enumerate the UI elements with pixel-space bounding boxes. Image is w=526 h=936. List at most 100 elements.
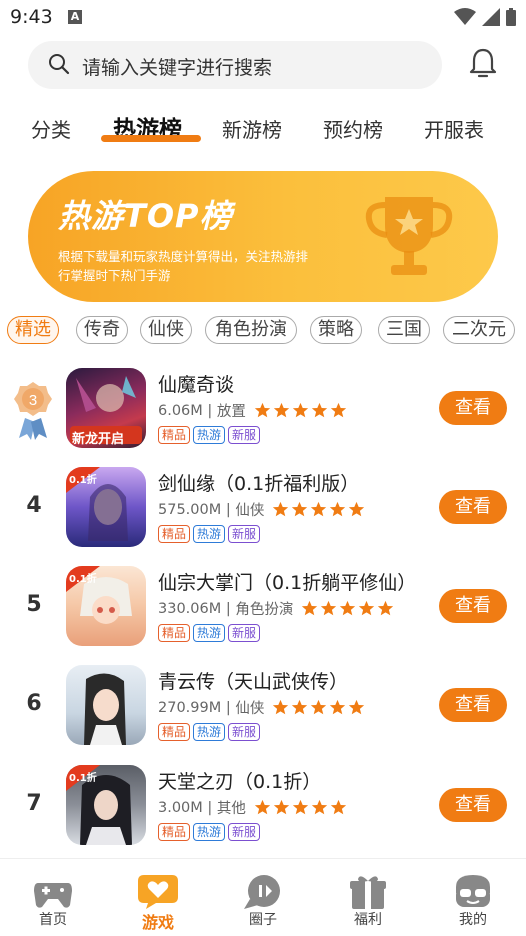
tag-new-server: 新服: [228, 426, 261, 444]
game-icon[interactable]: 0.1折: [66, 467, 146, 547]
game-icon[interactable]: 0.1折: [66, 566, 146, 646]
tag-premium: 精品: [158, 525, 191, 543]
game-tags: 精品 热游 新服: [158, 624, 261, 642]
chip-featured[interactable]: 精选: [7, 316, 59, 344]
game-icon[interactable]: 0.1折: [66, 765, 146, 845]
category-tabs: 分类 热游榜 新游榜 预约榜 开服表: [0, 108, 526, 148]
signal-icon: [482, 8, 500, 26]
tag-new-server: 新服: [228, 823, 261, 841]
view-button[interactable]: 查看: [439, 589, 507, 623]
view-button[interactable]: 查看: [439, 490, 507, 524]
chip-anime[interactable]: 二次元: [443, 316, 515, 344]
view-button[interactable]: 查看: [439, 391, 507, 425]
status-icons: [454, 8, 516, 26]
game-icon-badge: 0.1折: [69, 574, 97, 585]
star-icon: [330, 799, 347, 815]
game-art: [84, 673, 126, 745]
list-item[interactable]: 6 青云传（天山武侠传） 270.99M | 仙侠 精品 热游 新服 查看: [0, 665, 526, 755]
game-tags: 精品 热游 新服: [158, 823, 261, 841]
banner-description: 根据下载量和玩家热度计算得出，关注热游排行掌握时下热门手游: [58, 249, 309, 283]
game-name[interactable]: 仙魔奇谈: [158, 370, 234, 397]
nav-label: 我的: [459, 912, 487, 928]
bell-icon[interactable]: [468, 47, 498, 79]
nav-welfare[interactable]: 福利: [328, 865, 408, 929]
nav-label: 游戏: [141, 913, 174, 932]
star-icon: [292, 699, 308, 715]
chip-strategy[interactable]: 策略: [310, 316, 362, 344]
star-icon: [302, 600, 318, 616]
nav-home[interactable]: 首页: [13, 865, 93, 929]
meta-divider: |: [202, 402, 217, 419]
tag-premium: 精品: [158, 624, 191, 642]
notification-icon: A: [68, 10, 82, 24]
star-icon: [311, 501, 327, 517]
tab-new-games[interactable]: 新游榜: [222, 114, 282, 143]
game-icon-badge: 新龙开启: [72, 432, 125, 447]
tag-hot: 热游: [193, 723, 226, 741]
active-tab-indicator: [101, 135, 201, 142]
view-button[interactable]: 查看: [439, 688, 507, 722]
star-icon: [311, 699, 327, 715]
meta-divider: |: [221, 600, 236, 617]
hot-top-banner[interactable]: 热游TOP榜 根据下载量和玩家热度计算得出，关注热游排行掌握时下热门手游: [28, 171, 498, 302]
star-icon: [349, 501, 365, 517]
status-time: 9:43: [10, 6, 53, 28]
star-icon: [254, 402, 271, 418]
search-placeholder: 请输入关键字进行搜索: [82, 57, 273, 79]
tab-server-list[interactable]: 开服表: [424, 114, 484, 143]
star-icon: [330, 699, 346, 715]
tag-new-server: 新服: [228, 723, 261, 741]
rank-number: 5: [26, 592, 42, 617]
game-category: 其他: [216, 801, 246, 817]
tag-premium: 精品: [158, 823, 191, 841]
search-input[interactable]: 请输入关键字进行搜索: [28, 41, 442, 89]
nav-label: 圈子: [249, 912, 277, 928]
rank-number: 6: [26, 691, 42, 716]
tag-hot: 热游: [193, 624, 226, 642]
game-category: 放置: [216, 404, 246, 420]
game-icon-badge: 0.1折: [69, 773, 97, 784]
star-icon: [311, 402, 328, 418]
list-item[interactable]: 3 新龙开启 仙魔奇谈 6.06M | 放置 精品 热游 新服 查看: [0, 368, 526, 458]
game-name[interactable]: 仙宗大掌门（0.1折躺平修仙）: [158, 568, 416, 595]
game-meta: 330.06M | 角色扮演: [158, 598, 394, 619]
game-name[interactable]: 天堂之刃（0.1折）: [158, 767, 321, 794]
list-item[interactable]: 7 0.1折 天堂之刃（0.1折） 3.00M | 其他 精品 热游 新服 查看: [0, 765, 526, 855]
game-category: 仙侠: [235, 503, 265, 519]
meta-divider: |: [221, 699, 236, 716]
medal-rank-number: 3: [29, 392, 37, 409]
game-name[interactable]: 剑仙缘（0.1折福利版）: [158, 469, 359, 496]
chip-three-kingdoms[interactable]: 三国: [378, 316, 430, 344]
chip-legend[interactable]: 传奇: [76, 316, 128, 344]
bronze-medal-icon: 3: [14, 382, 52, 440]
star-icon: [292, 501, 308, 517]
star-icon: [330, 501, 346, 517]
meta-divider: |: [221, 501, 236, 518]
game-category: 仙侠: [235, 701, 265, 717]
tag-hot: 热游: [193, 426, 226, 444]
star-icon: [349, 699, 365, 715]
game-icon[interactable]: [66, 665, 146, 745]
star-icon: [273, 799, 290, 815]
tab-reservation[interactable]: 预约榜: [323, 114, 383, 143]
game-size: 6.06M: [158, 402, 203, 419]
tab-category[interactable]: 分类: [31, 114, 71, 143]
battery-icon: [506, 8, 516, 26]
view-button[interactable]: 查看: [439, 788, 507, 822]
chip-rpg[interactable]: 角色扮演: [205, 316, 297, 344]
nav-profile[interactable]: 我的: [433, 865, 513, 929]
list-item[interactable]: 4 0.1折 剑仙缘（0.1折福利版） 575.00M | 仙侠 精品 热游 新…: [0, 467, 526, 557]
nav-community[interactable]: 圈子: [223, 865, 303, 929]
tag-premium: 精品: [158, 723, 191, 741]
heart-chat-icon: [138, 875, 178, 909]
star-icon: [292, 402, 309, 418]
game-icon[interactable]: 新龙开启: [66, 368, 146, 448]
gift-icon: [350, 876, 386, 909]
genre-filter: 精选 传奇 仙侠 角色扮演 策略 三国 二次元: [0, 316, 526, 346]
chip-xianxia[interactable]: 仙侠: [140, 316, 192, 344]
star-icon: [273, 501, 289, 517]
game-name[interactable]: 青云传（天山武侠传）: [158, 667, 348, 694]
nav-games[interactable]: 游戏: [118, 865, 198, 933]
star-icon: [273, 402, 290, 418]
list-item[interactable]: 5 0.1折 仙宗大掌门（0.1折躺平修仙） 330.06M | 角色扮演 精品…: [0, 566, 526, 656]
